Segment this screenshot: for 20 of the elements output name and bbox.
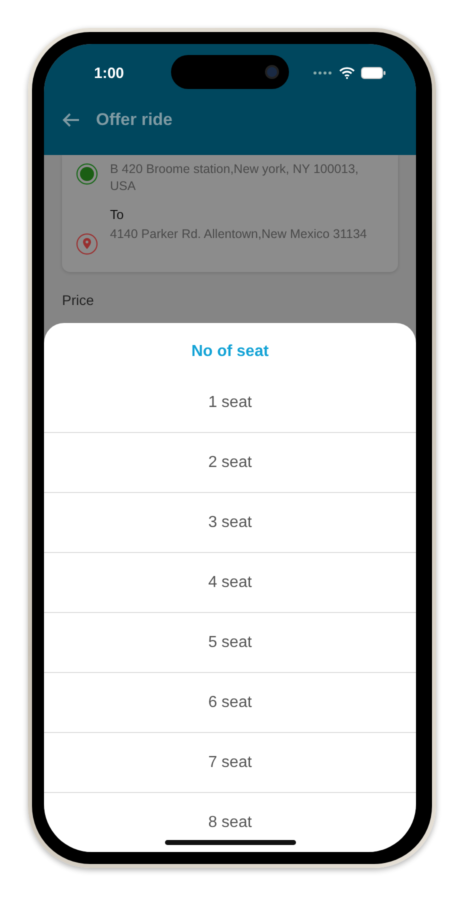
status-time: 1:00 — [94, 64, 124, 82]
stop-address: B 420 Broome station,New york, NY 100013, USA — [110, 161, 360, 195]
seat-option[interactable]: 5 seat — [44, 612, 416, 672]
seat-option[interactable]: 6 seat — [44, 672, 416, 732]
price-label: Price — [62, 292, 95, 308]
wifi-icon — [339, 67, 355, 79]
sheet-title: No of seat — [190, 342, 270, 362]
seat-option[interactable]: 1 seat — [44, 373, 416, 432]
battery-icon — [361, 67, 386, 79]
screen-title: Offer ride — [96, 110, 173, 130]
origin-dot-icon — [76, 163, 98, 185]
location-pin-icon — [76, 233, 98, 255]
stop-label: To — [110, 207, 125, 222]
signal-icon — [313, 71, 333, 75]
seat-option[interactable]: 7 seat — [44, 732, 416, 792]
seat-option[interactable]: 2 seat — [44, 432, 416, 492]
stop-address: 4140 Parker Rd. Allentown,New Mexico 31134 — [110, 226, 367, 243]
seat-option[interactable]: 3 seat — [44, 492, 416, 552]
back-arrow-icon[interactable] — [62, 112, 80, 128]
seat-option[interactable]: 4 seat — [44, 552, 416, 612]
